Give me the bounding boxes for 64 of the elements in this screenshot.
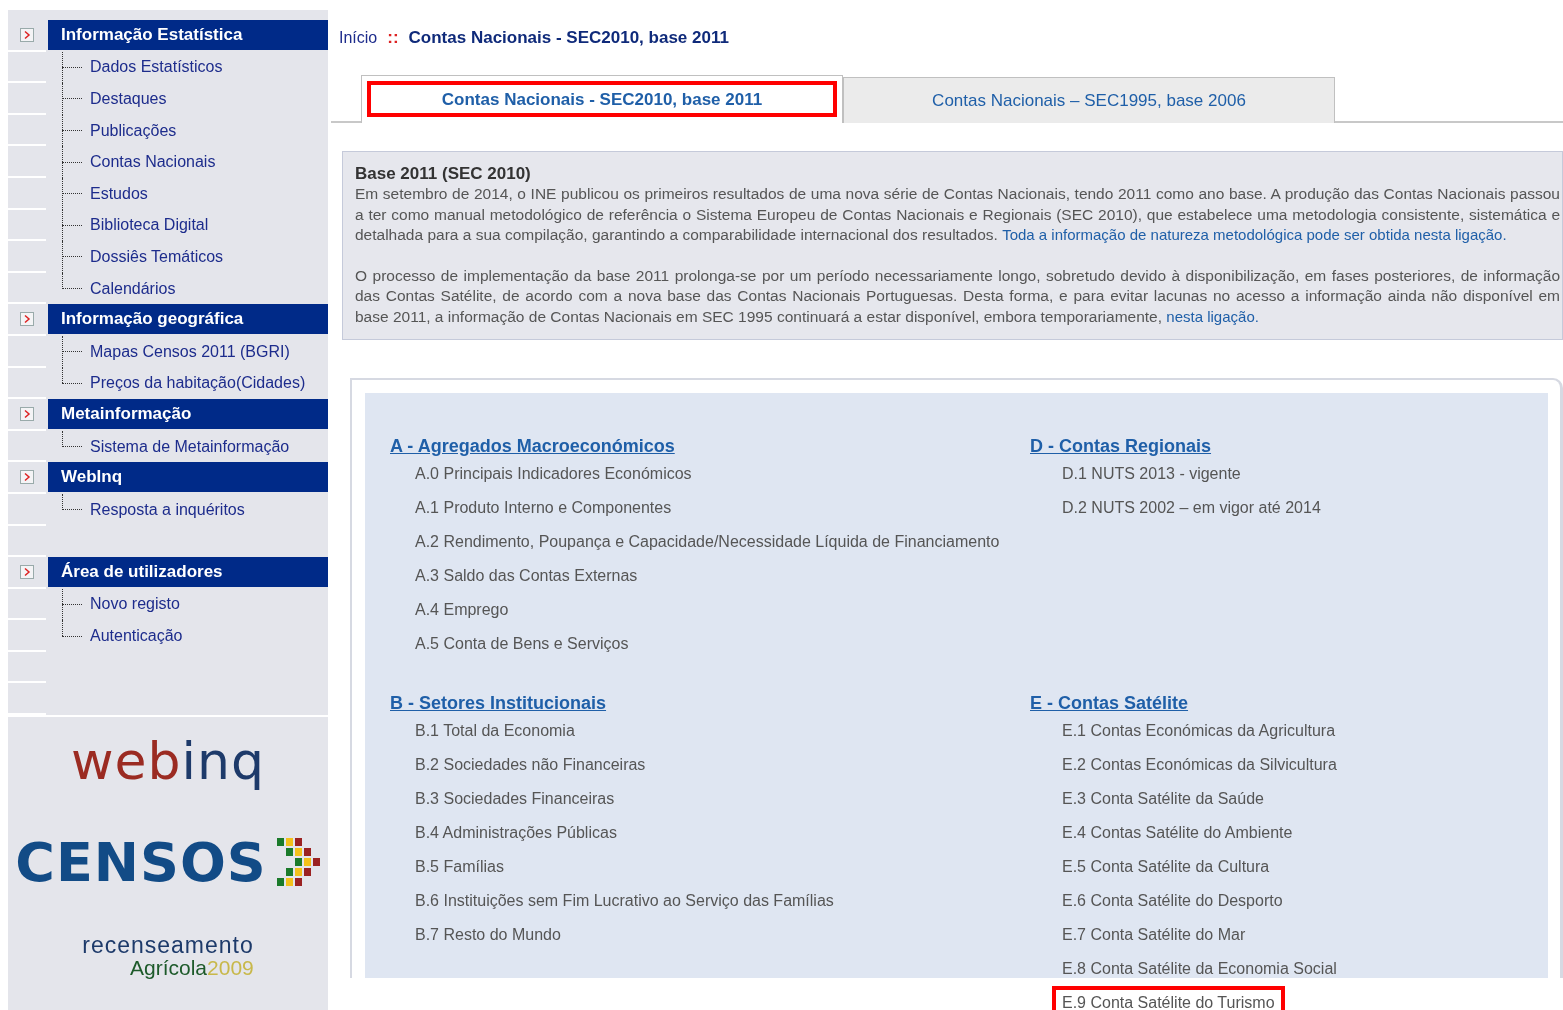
expand-icon[interactable]	[20, 406, 34, 421]
section-item[interactable]: A.4 Emprego	[409, 597, 515, 623]
menu-link[interactable]: Calendários	[90, 279, 176, 298]
menu-link[interactable]: Preços da habitação(Cidades)	[90, 374, 306, 393]
section-item[interactable]: B.6 Instituições sem Fim Lucrativo ao Serviço das Famílias	[409, 888, 840, 914]
menu-heading[interactable]: Informação geográfica	[48, 304, 328, 334]
section-item[interactable]: E.7 Conta Satélite do Mar	[1056, 922, 1252, 948]
info-link[interactable]: nesta ligação.	[1166, 307, 1259, 325]
section-item[interactable]: E.3 Conta Satélite da Saúde	[1056, 786, 1270, 812]
section-item[interactable]: A.5 Conta de Bens e Serviços	[409, 631, 635, 657]
tab[interactable]: Contas Nacionais - SEC2010, base 2011	[361, 75, 843, 123]
section-item[interactable]: D.2 NUTS 2002 – em vigor até 2014	[1056, 495, 1327, 521]
menu-link[interactable]: Dossiês Temáticos	[90, 247, 224, 266]
menu-heading[interactable]: Informação Estatística	[48, 20, 328, 50]
menu-link[interactable]: Contas Nacionais	[90, 153, 216, 172]
section-item[interactable]: B.2 Sociedades não Financeiras	[409, 752, 652, 778]
intro-paragraph: Em setembro de 2014, o INE publicou os primeiros resultados de uma nova série de Contas Nacionais, tendo 2011 como ano base. A produção das Contas Nacionais passou a ter como manual metodológico de referência o Sistema Europeu de Contas Nacionais e Regionais (SEC 2010), que estabelece uma metodologia consistente, sistemática e detalhada para a sua compilação, garantindo a comparabilidade internacional dos resultados. Toda a informação de natureza metodológica pode ser obtida nesta ligação.	[355, 184, 1560, 245]
menu-heading[interactable]: WebInq	[48, 462, 328, 492]
menu-link[interactable]: Biblioteca Digital	[90, 216, 209, 235]
expand-icon[interactable]	[20, 470, 34, 485]
section-item[interactable]: E.5 Conta Satélite da Cultura	[1056, 854, 1276, 880]
breadcrumb-separator: ::	[387, 28, 399, 48]
webinq-logo[interactable]: webinq	[71, 731, 265, 792]
expand-icon[interactable]	[20, 564, 34, 579]
section-item[interactable]: E.4 Contas Satélite do Ambiente	[1056, 820, 1299, 846]
section-item[interactable]: B.5 Famílias	[409, 854, 510, 880]
section-item[interactable]: E.8 Conta Satélite da Economia Social	[1056, 956, 1343, 982]
recenseamento-logo[interactable]: recenseamento Agrícola2009	[82, 934, 254, 979]
home-link[interactable]: Início	[339, 29, 378, 47]
expand-icon[interactable]	[20, 312, 34, 327]
menu-heading[interactable]: Área de utilizadores	[48, 557, 328, 587]
expand-icon[interactable]	[20, 27, 34, 42]
section-link[interactable]: B - Setores Institucionais	[390, 693, 607, 713]
menu-link[interactable]: Resposta a inquéritos	[90, 500, 245, 519]
section-item[interactable]: A.2 Rendimento, Poupança e Capacidade/Necessidade Líquida de Financiamento	[409, 529, 1006, 555]
menu-heading[interactable]: Metainformação	[48, 399, 328, 429]
tab[interactable]: Contas Nacionais – SEC1995, base 2006	[843, 77, 1335, 123]
section-item[interactable]: E.6 Conta Satélite do Desporto	[1056, 888, 1289, 914]
section-link[interactable]: E - Contas Satélite	[1030, 693, 1189, 713]
menu-link[interactable]: Destaques	[90, 90, 167, 108]
section-item[interactable]: B.1 Total da Economia	[409, 718, 581, 744]
section-item[interactable]: A.1 Produto Interno e Componentes	[409, 495, 678, 521]
section-item[interactable]: E.2 Contas Económicas da Silvicultura	[1056, 752, 1343, 778]
menu-link[interactable]: Sistema de Metainformação	[90, 437, 290, 456]
menu-link[interactable]: Publicações	[90, 121, 177, 140]
section-item[interactable]: E.1 Contas Económicas da Agricultura	[1056, 718, 1342, 744]
menu-link[interactable]: Mapas Censos 2011 (BGRI)	[90, 342, 290, 361]
menu-link[interactable]: Novo registo	[90, 595, 180, 614]
section-item[interactable]: B.7 Resto do Mundo	[409, 922, 567, 948]
section-link[interactable]: D - Contas Regionais	[1030, 436, 1212, 456]
intro-paragraph: O processo de implementação da base 2011 prolonga-se por um período necessariamente longo, sobretudo devido à disponibilização, em fases posteriores, de informação das Contas Satélite, de acordo com a nova base das Contas Nacionais Portuguesas. Desta forma, e para evitar lacunas no acesso a informação ainda não disponível em base 2011, a informação de Contas Nacionais em SEC 1995 continuará a estar disponível, embora temporariamente, nesta ligação.	[355, 265, 1560, 327]
section-item[interactable]: B.3 Sociedades Financeiras	[409, 786, 621, 812]
breadcrumb-current: Contas Nacionais - SEC2010, base 2011	[408, 28, 729, 48]
menu-link[interactable]: Autenticação	[90, 627, 183, 646]
intro-title: Base 2011 (SEC 2010)	[355, 164, 532, 184]
menu-link[interactable]: Dados Estatísticos	[90, 58, 223, 77]
section-item[interactable]: B.4 Administrações Públicas	[409, 820, 623, 846]
menu-link[interactable]: Estudos	[90, 184, 148, 203]
section-item[interactable]: A.3 Saldo das Contas Externas	[409, 563, 644, 589]
censos-logo[interactable]: CENSOS	[15, 831, 321, 895]
section-item[interactable]: A.0 Principais Indicadores Económicos	[409, 461, 698, 487]
section-item[interactable]: D.1 NUTS 2013 - vigente	[1056, 461, 1247, 487]
info-link[interactable]: Toda a informação de natureza metodológica pode ser obtida nesta ligação.	[1002, 226, 1507, 243]
section-link[interactable]: A - Agregados Macroeconómicos	[390, 436, 675, 456]
